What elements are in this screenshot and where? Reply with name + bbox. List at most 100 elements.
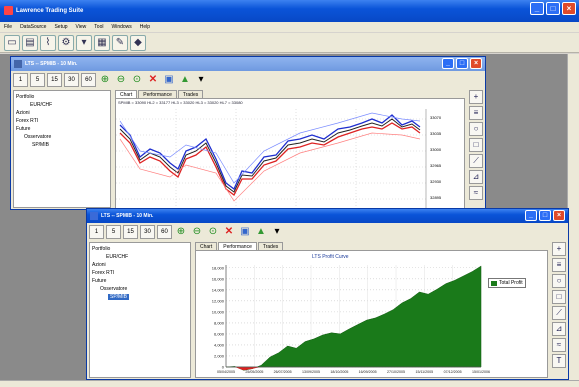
chart-icon[interactable]: ⌇ (40, 35, 56, 51)
filter-icon[interactable]: ▾ (76, 35, 92, 51)
price-axis-label: 32930 (430, 179, 442, 184)
zoom-reset-icon[interactable]: ⊙ (130, 73, 144, 87)
minimize-button[interactable]: _ (530, 2, 544, 15)
delete-icon[interactable]: ✕ (222, 225, 236, 239)
minimize-button[interactable]: _ (442, 58, 454, 69)
y-tick-label: 2,000 (214, 353, 225, 358)
trendline-icon[interactable]: ⟋ (469, 154, 483, 168)
settings-icon[interactable]: ⚙ (58, 35, 74, 51)
x-tick-label: 13/09/2005 (302, 370, 320, 374)
logo-icon[interactable]: ◆ (130, 35, 146, 51)
timeframe-15[interactable]: 15 (123, 225, 138, 239)
x-tick-label: 27/10/2005 (387, 370, 405, 374)
tree-item[interactable]: Azioni (16, 109, 108, 117)
zoom-out-icon[interactable]: ⊖ (114, 73, 128, 87)
x-tick-label: 26/07/2005 (274, 370, 292, 374)
zoom-in-icon[interactable]: ⊕ (98, 73, 112, 87)
tree-item-selected[interactable]: SP/MIB (108, 294, 129, 300)
zoom-out-icon[interactable]: ⊖ (190, 225, 204, 239)
tree-item[interactable]: Portfolio (92, 245, 188, 253)
maximize-button[interactable]: □ (546, 2, 560, 15)
delete-icon[interactable]: ✕ (146, 73, 160, 87)
channel-icon[interactable]: ≈ (469, 186, 483, 200)
rectangle-icon[interactable]: □ (469, 138, 483, 152)
timeframe-5[interactable]: 5 (30, 73, 45, 87)
menu-view[interactable]: View (76, 24, 87, 30)
dropdown-icon[interactable]: ▾ (270, 225, 284, 239)
properties-icon[interactable]: ▲ (254, 225, 268, 239)
menu-setup[interactable]: Setup (54, 24, 67, 30)
timeframe-30[interactable]: 30 (64, 73, 79, 87)
timeframe-30[interactable]: 30 (140, 225, 155, 239)
tree-item[interactable]: Osservatore (92, 285, 188, 293)
y-tick-label: 4,000 (214, 342, 225, 347)
tree-item[interactable]: SP/MIB (16, 141, 108, 149)
layout-icon[interactable]: ▦ (94, 35, 110, 51)
y-tick-label: 16,000 (212, 276, 225, 281)
tree-item[interactable]: Future (16, 125, 108, 133)
price-chart[interactable]: SPMIB = 33090 HL2 = 33177 HL3 = 33020 HL… (115, 98, 465, 209)
x-tick-label: 15/11/2005 (415, 370, 433, 374)
channel-icon[interactable]: ≈ (552, 338, 566, 352)
circle-icon[interactable]: ○ (469, 122, 483, 136)
zoom-reset-icon[interactable]: ⊙ (206, 225, 220, 239)
save-icon[interactable]: ▣ (162, 73, 176, 87)
menu-datasource[interactable]: DataSource (20, 24, 46, 30)
y-tick-label: 0 (222, 365, 225, 370)
rectangle-icon[interactable]: □ (552, 290, 566, 304)
crosshair-icon[interactable]: + (469, 90, 483, 104)
timeframe-5[interactable]: 5 (106, 225, 121, 239)
main-toolbar: ▭ ▤ ⌇ ⚙ ▾ ▦ ✎ ◆ (0, 33, 579, 53)
close-button[interactable]: × (470, 58, 482, 69)
chart-window-front-toolbar: 1 5 15 30 60 ⊕ ⊖ ⊙ ✕ ▣ ▲ ▾ (89, 225, 284, 239)
profit-chart[interactable]: LTS Profit Curve 0 2,000 4,000 6,000 8,000 10… (195, 250, 548, 378)
dropdown-icon[interactable]: ▾ (194, 73, 208, 87)
close-button[interactable]: × (553, 210, 565, 221)
timeframe-1[interactable]: 1 (13, 73, 28, 87)
menu-tool[interactable]: Tool (94, 24, 103, 30)
wizard-icon[interactable]: ✎ (112, 35, 128, 51)
chart-window-back-titlebar[interactable]: LTS -- SPMIB - 10 Min. _ □ × (11, 57, 485, 71)
drawing-tools: + ≡ ○ □ ⟋ ⊿ ≈ T (552, 242, 566, 368)
menu-windows[interactable]: Windows (111, 24, 131, 30)
timeframe-60[interactable]: 60 (81, 73, 96, 87)
menu-help[interactable]: Help (140, 24, 150, 30)
tree-item[interactable]: Forex RTI (16, 117, 108, 125)
timeframe-60[interactable]: 60 (157, 225, 172, 239)
properties-icon[interactable]: ▲ (178, 73, 192, 87)
tree-item[interactable]: Osservatore (16, 133, 108, 141)
open-icon[interactable]: ▭ (4, 35, 20, 51)
zoom-in-icon[interactable]: ⊕ (174, 225, 188, 239)
tree-item[interactable]: Azioni (92, 261, 188, 269)
menu-file[interactable]: File (4, 24, 12, 30)
tree-item[interactable]: Future (92, 277, 188, 285)
hline-icon[interactable]: ≡ (469, 106, 483, 120)
x-tick-label: 16/09/2005 (359, 370, 377, 374)
circle-icon[interactable]: ○ (552, 274, 566, 288)
fibonacci-icon[interactable]: ⊿ (552, 322, 566, 336)
fibonacci-icon[interactable]: ⊿ (469, 170, 483, 184)
tree-item[interactable]: Portfolio (16, 93, 108, 101)
hline-icon[interactable]: ≡ (552, 258, 566, 272)
maximize-button[interactable]: □ (456, 58, 468, 69)
timeframe-15[interactable]: 15 (47, 73, 62, 87)
timeframe-1[interactable]: 1 (89, 225, 104, 239)
y-tick-label: 6,000 (214, 331, 225, 336)
tree-item[interactable]: Forex RTI (92, 269, 188, 277)
tree-item[interactable]: EUR/CHF (16, 101, 108, 109)
x-tick-label: 15/01/2006 (472, 370, 490, 374)
tree-item[interactable]: EUR/CHF (92, 253, 188, 261)
text-icon[interactable]: T (552, 354, 566, 368)
crosshair-icon[interactable]: + (552, 242, 566, 256)
chart-window-front-titlebar[interactable]: LTS -- SPMIB - 10 Min. _ □ × (87, 209, 568, 223)
close-button[interactable]: × (562, 2, 576, 15)
save-icon[interactable]: ▣ (238, 225, 252, 239)
x-tick-label: 25/05/2005 (245, 370, 263, 374)
app-title: Lawrence Trading Suite (16, 8, 84, 14)
save-icon[interactable]: ▤ (22, 35, 38, 51)
x-tick-label: 05/04/2005 (217, 370, 235, 374)
minimize-button[interactable]: _ (525, 210, 537, 221)
trendline-icon[interactable]: ⟋ (552, 306, 566, 320)
chart-window-front: LTS -- SPMIB - 10 Min. _ □ × 1 5 15 30 6… (86, 208, 569, 380)
maximize-button[interactable]: □ (539, 210, 551, 221)
